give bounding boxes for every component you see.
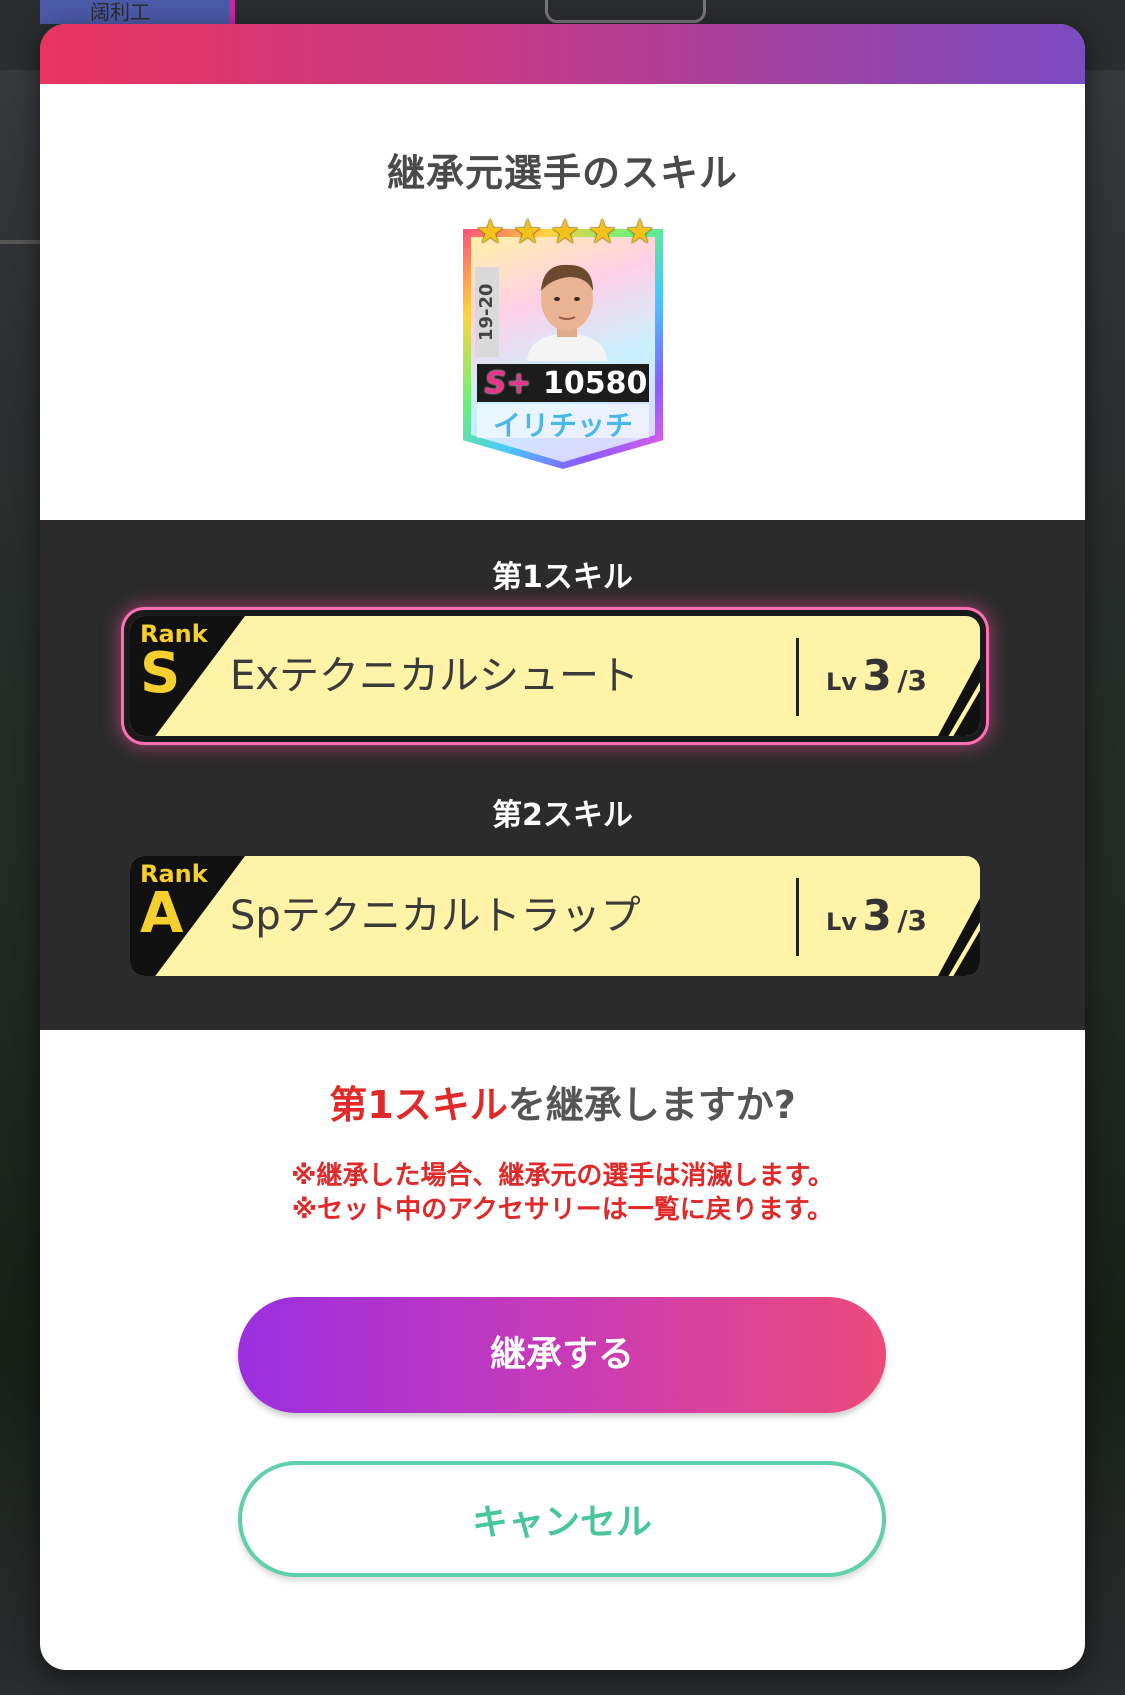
skill-divider bbox=[796, 878, 799, 956]
background-tab: 阔利工 bbox=[40, 0, 235, 24]
star-icon: ★ bbox=[512, 212, 543, 252]
confirm-question: 第1スキルを継承しますか? bbox=[40, 1074, 1085, 1129]
warning-notes: ※継承した場合、継承元の選手は消滅します。 ※セット中のアクセサリーは一覧に戻り… bbox=[40, 1159, 1085, 1227]
cancel-button[interactable]: キャンセル bbox=[238, 1461, 886, 1577]
skill-2-heading: 第2スキル bbox=[492, 798, 633, 833]
star-icon: ★ bbox=[549, 212, 581, 252]
skill-rank-letter: A bbox=[140, 881, 184, 946]
star-icon: ★ bbox=[587, 212, 618, 252]
star-icon: ★ bbox=[475, 212, 506, 252]
warning-note: ※セット中のアクセサリーは一覧に戻ります。 bbox=[291, 1195, 834, 1225]
skill-name: Spテクニカルトラップ bbox=[230, 893, 641, 939]
background-button bbox=[545, 0, 706, 23]
skill-2-bar[interactable]: Rank A Spテクニカルトラップ Lv 3 /3 bbox=[130, 856, 980, 976]
card-rank-badge: S+ bbox=[484, 365, 532, 401]
warning-note: ※継承した場合、継承元の選手は消滅します。 bbox=[291, 1161, 834, 1191]
question-text: を継承しますか? bbox=[507, 1083, 796, 1127]
background-divider bbox=[0, 240, 40, 244]
skill-level-label: Lv bbox=[826, 908, 857, 936]
skill-rank-letter: S bbox=[140, 641, 181, 706]
skill-level-max: /3 bbox=[897, 904, 928, 937]
skill-level-label: Lv bbox=[826, 668, 857, 696]
skill-level: Lv 3 /3 bbox=[826, 616, 927, 736]
player-card: ★ ★ ★ ★ ★ 19-20 S+ 10580 イリチッチ bbox=[463, 209, 663, 479]
card-rating-row: S+ 10580 bbox=[477, 364, 649, 402]
dialog-title: 継承元選手のスキル bbox=[386, 151, 738, 195]
skill-name: Exテクニカルシュート bbox=[230, 653, 639, 699]
question-highlight: 第1スキル bbox=[329, 1083, 508, 1127]
player-portrait-icon bbox=[527, 264, 607, 361]
skills-section: 第1スキル Rank S Exテクニカルシュート Lv 3 /3 第2スキル R… bbox=[40, 520, 1085, 1030]
card-player-name: イリチッチ bbox=[477, 404, 649, 442]
card-season: 19-20 bbox=[475, 267, 499, 357]
inherit-button[interactable]: 継承する bbox=[238, 1297, 886, 1413]
inherit-skill-dialog: 継承元選手のスキル ★ ★ ★ ★ ★ 19-20 S+ 10580 イリチッチ… bbox=[40, 24, 1085, 1670]
skill-level-value: 3 bbox=[862, 651, 892, 700]
skill-divider bbox=[796, 638, 799, 716]
skill-1-bar[interactable]: Rank S Exテクニカルシュート Lv 3 /3 bbox=[130, 616, 980, 736]
skill-level-max: /3 bbox=[897, 664, 928, 697]
card-stars: ★ ★ ★ ★ ★ bbox=[475, 215, 655, 249]
star-icon: ★ bbox=[624, 212, 655, 252]
dialog-header-bar bbox=[40, 24, 1085, 84]
skill-level-value: 3 bbox=[862, 891, 892, 940]
skill-1-heading: 第1スキル bbox=[492, 560, 633, 595]
skill-level: Lv 3 /3 bbox=[826, 856, 927, 976]
card-score: 10580 bbox=[543, 365, 648, 401]
